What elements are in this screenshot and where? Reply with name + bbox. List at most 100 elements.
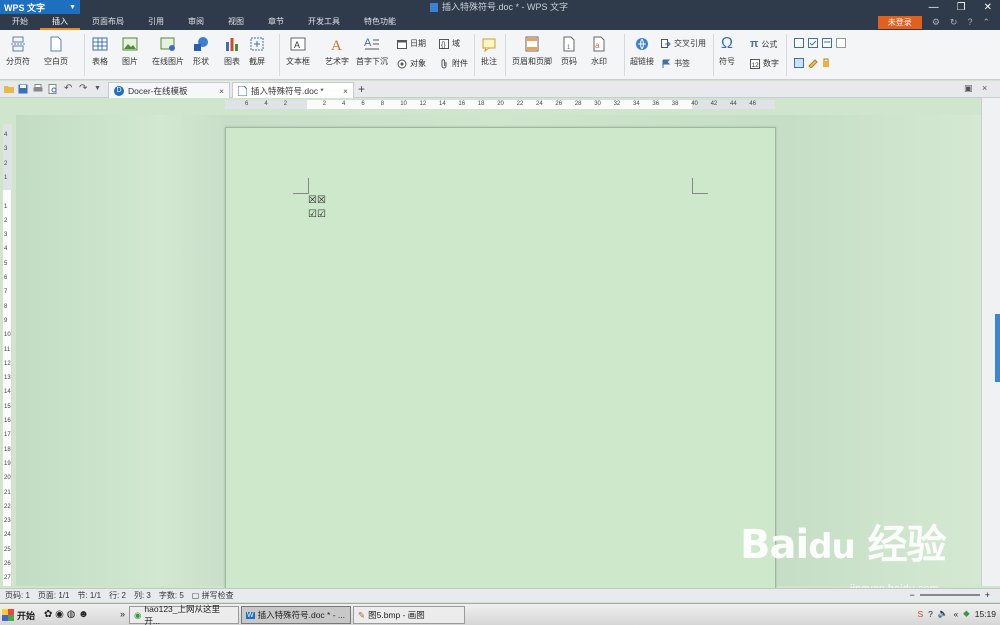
- symbol-line-checked-boxes[interactable]: ☑☑: [308, 210, 326, 220]
- formula-button[interactable]: π 公式: [750, 38, 777, 50]
- redo-icon[interactable]: ↷: [79, 84, 89, 94]
- picture-button[interactable]: 图片: [122, 36, 138, 67]
- omega-icon: Ω: [721, 35, 733, 52]
- zoom-control: − +: [909, 590, 990, 600]
- number-button[interactable]: 12 数字: [750, 58, 779, 69]
- page-break-button[interactable]: 分页符: [6, 36, 30, 67]
- online-picture-icon: [160, 37, 175, 51]
- document-page[interactable]: ☒☒ ☑☑: [225, 127, 776, 597]
- tab-page-layout[interactable]: 页面布局: [80, 14, 136, 30]
- horizontal-ruler[interactable]: 6 4 2 2 4 6 8 10 12 14 16 18 20 22 24 26 28 30 32 34 36 38 40 4…: [225, 100, 775, 109]
- shapes-button[interactable]: 形状: [193, 36, 209, 67]
- help-icon[interactable]: ?: [967, 17, 972, 27]
- task-wps-document[interactable]: W 插入特殊符号.doc * - ...: [241, 606, 351, 624]
- tray-expand-icon[interactable]: «: [953, 609, 958, 619]
- task-paint[interactable]: ✎ 图5.bmp - 画图: [353, 606, 465, 624]
- tab-view[interactable]: 视图: [216, 14, 256, 30]
- field-button[interactable]: {} 域: [439, 38, 460, 49]
- attachment-button[interactable]: 附件: [439, 58, 468, 69]
- close-window-icon[interactable]: ×: [982, 83, 992, 93]
- bookmark-button[interactable]: 书签: [661, 58, 690, 69]
- customize-dropdown-icon[interactable]: ▼: [94, 84, 104, 94]
- cross-reference-label: 交叉引用: [674, 39, 706, 48]
- form-tools-icons[interactable]: [794, 58, 834, 68]
- tab-insert[interactable]: 插入: [40, 14, 80, 30]
- page-number-button[interactable]: 1 页码: [561, 36, 577, 67]
- ruler-tick-label: 1: [4, 203, 8, 210]
- ribbon-separator: [84, 34, 85, 76]
- chart-button[interactable]: 图表: [224, 36, 240, 67]
- vertical-ruler[interactable]: 4 3 2 1 1 2 3 4 5 6 7 8 9 10 11 12 13 14 15 16 17 18 19 20 21 22 2…: [3, 124, 12, 586]
- online-picture-button[interactable]: 在线图片: [152, 36, 184, 67]
- sogou-ime-icon[interactable]: S: [917, 609, 923, 619]
- form-controls-icons[interactable]: [794, 38, 848, 48]
- tab-current-document[interactable]: 插入特殊符号.doc * ×: [232, 82, 354, 98]
- print-preview-icon[interactable]: [48, 84, 58, 94]
- close-tab-icon[interactable]: ×: [219, 86, 224, 96]
- tab-docer-templates[interactable]: D Docer-在线模板 ×: [108, 82, 230, 98]
- quicklaunch-icons[interactable]: ✿ ◉ ◍ ☻: [44, 609, 89, 620]
- collapse-ribbon-icon[interactable]: ⌃: [982, 17, 990, 28]
- ruler-tick-label: 24: [536, 101, 543, 107]
- header-footer-button[interactable]: 页眉和页脚: [512, 36, 552, 67]
- status-spellcheck[interactable]: ▢ 拼写检查: [192, 590, 234, 601]
- minimize-icon[interactable]: —: [929, 2, 939, 13]
- tab-references[interactable]: 引用: [136, 14, 176, 30]
- object-button[interactable]: 对象: [397, 58, 426, 69]
- textbox-button[interactable]: A 文本框: [286, 36, 310, 67]
- ruler-tick-label: 24: [4, 532, 11, 539]
- more-quicklaunch-icon[interactable]: »: [120, 609, 125, 619]
- blank-page-button[interactable]: 空白页: [44, 36, 68, 67]
- close-icon[interactable]: ✕: [984, 2, 992, 13]
- symbol-line-crossed-boxes[interactable]: ☒☒: [308, 196, 326, 206]
- wordart-label: 艺术字: [325, 57, 349, 66]
- save-icon[interactable]: [18, 84, 28, 94]
- status-word-count[interactable]: 字数: 5: [159, 590, 184, 601]
- security-icon[interactable]: ◆: [963, 608, 970, 619]
- zoom-out-icon[interactable]: −: [909, 590, 914, 600]
- help-icon[interactable]: ?: [928, 609, 933, 619]
- new-tab-plus-icon[interactable]: +: [358, 82, 365, 96]
- start-button[interactable]: 开始: [2, 607, 35, 623]
- ruler-tick-label: 23: [4, 518, 11, 525]
- ruler-tick-label: 17: [4, 432, 11, 439]
- tab-special[interactable]: 特色功能: [352, 14, 408, 30]
- dropcap-button[interactable]: A 首字下沉: [356, 36, 388, 67]
- undo-icon[interactable]: ↶: [64, 84, 74, 94]
- date-button[interactable]: 日期: [397, 38, 426, 49]
- header-footer-label: 页眉和页脚: [512, 57, 552, 66]
- docer-tab-label: Docer-在线模板: [128, 85, 188, 96]
- tab-sections[interactable]: 章节: [256, 14, 296, 30]
- vertical-scrollbar[interactable]: [981, 98, 1000, 586]
- tab-start[interactable]: 开始: [0, 14, 40, 30]
- blank-page-label: 空白页: [44, 57, 68, 66]
- wordart-button[interactable]: A 艺术字: [325, 36, 349, 67]
- cross-reference-button[interactable]: 交叉引用: [661, 38, 706, 49]
- comment-button[interactable]: 批注: [481, 36, 497, 67]
- task-hao123[interactable]: ◉ hao123_上网从这里开...: [129, 604, 239, 625]
- zoom-slider[interactable]: [919, 594, 980, 596]
- restore-icon[interactable]: ❐: [957, 2, 966, 13]
- chart-label: 图表: [224, 57, 240, 66]
- login-button[interactable]: 未登录: [877, 15, 922, 29]
- print-icon[interactable]: [33, 84, 43, 94]
- ruler-tick-label: 6: [361, 101, 365, 107]
- close-tab-icon[interactable]: ×: [343, 86, 348, 96]
- zoom-in-icon[interactable]: +: [985, 590, 990, 600]
- symbol-button[interactable]: Ω 符号: [719, 36, 735, 67]
- field-icon: {}: [439, 38, 449, 49]
- tab-review[interactable]: 审阅: [176, 14, 216, 30]
- table-button[interactable]: 表格: [92, 36, 108, 67]
- watermark-button[interactable]: a 水印: [591, 36, 607, 67]
- tab-list-icon[interactable]: ▣: [964, 83, 974, 93]
- volume-icon[interactable]: 🔈: [938, 608, 949, 619]
- skin-icon[interactable]: ⚙: [932, 17, 940, 28]
- side-panel-handle[interactable]: [995, 314, 1000, 382]
- hyperlink-button[interactable]: 超链接: [630, 36, 654, 67]
- ruler-tick-label: 2: [4, 160, 8, 167]
- tab-developer[interactable]: 开发工具: [296, 14, 352, 30]
- refresh-icon[interactable]: ↻: [950, 17, 958, 28]
- screenshot-button[interactable]: 截屏: [249, 36, 265, 67]
- wps-app-menu-button[interactable]: WPS 文字 ▼: [0, 0, 80, 14]
- open-folder-icon[interactable]: [4, 84, 14, 94]
